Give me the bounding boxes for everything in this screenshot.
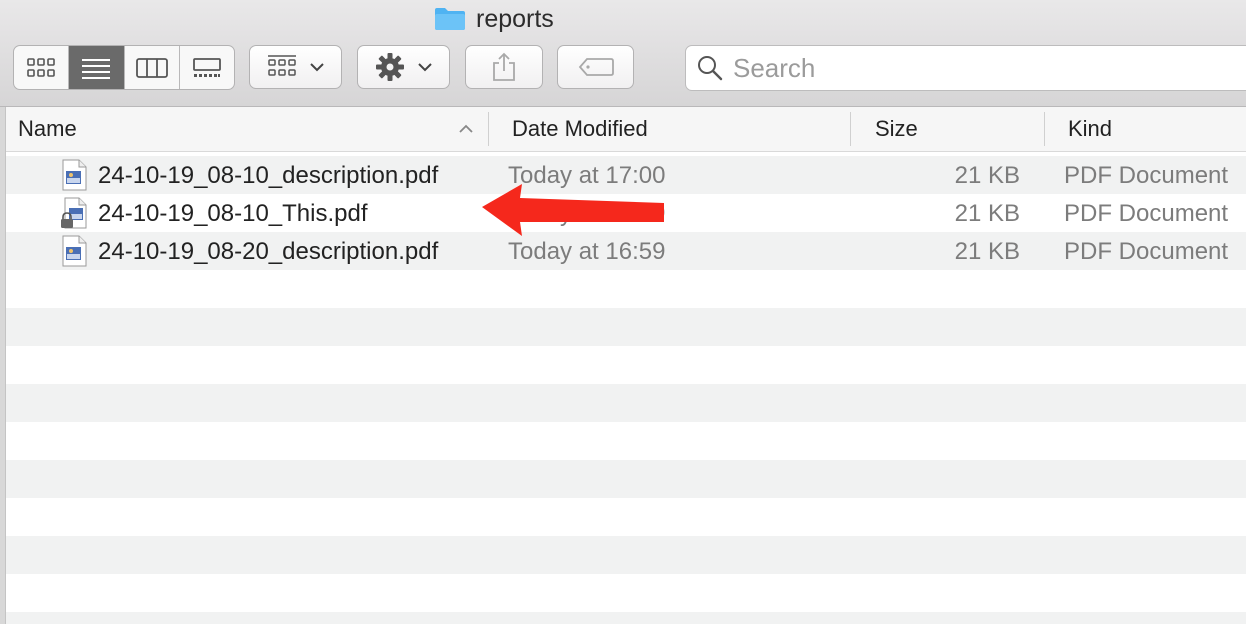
file-date-modified: Today at 16:59 — [508, 200, 666, 227]
column-view-button[interactable] — [125, 46, 180, 89]
file-kind: PDF Document — [1064, 162, 1229, 189]
file-name: 24-10-19_08-10_This.pdf — [98, 200, 368, 227]
column-header-size[interactable]: Size — [875, 107, 918, 151]
file-row[interactable]: 24-10-19_08-10_This.pdf Today at 16:59 2… — [6, 194, 1246, 232]
column-separator[interactable] — [488, 112, 489, 146]
chevron-down-icon — [309, 63, 324, 72]
file-date-modified: Today at 16:59 — [508, 238, 666, 265]
list-view-icon — [82, 58, 111, 79]
tag-button[interactable] — [557, 45, 634, 89]
share-button[interactable] — [465, 45, 543, 89]
pdf-file-icon — [62, 159, 87, 191]
gallery-view-icon — [192, 57, 221, 77]
pdf-file-icon — [62, 235, 87, 267]
file-kind: PDF Document — [1064, 200, 1229, 227]
column-header-kind-label: Kind — [1068, 116, 1113, 141]
toolbar: reports — [0, 0, 1246, 107]
column-header: Name Date Modified Size Kind — [6, 107, 1246, 152]
icon-view-button[interactable] — [14, 46, 70, 89]
column-header-date-label: Date Modified — [512, 116, 648, 141]
group-by-button[interactable] — [249, 45, 342, 89]
folder-icon — [434, 7, 466, 31]
tag-icon — [578, 58, 614, 76]
group-grid-icon — [267, 55, 296, 76]
column-header-size-label: Size — [875, 116, 918, 141]
view-mode-control[interactable] — [13, 45, 235, 90]
column-header-date[interactable]: Date Modified — [512, 107, 648, 151]
window-title: reports — [434, 3, 554, 35]
column-separator[interactable] — [1044, 112, 1045, 146]
file-size: 21 KB — [954, 162, 1020, 189]
search-icon — [698, 56, 723, 81]
file-date-modified: Today at 17:00 — [508, 162, 666, 189]
search-field[interactable] — [685, 45, 1246, 91]
sort-ascending-icon — [459, 124, 473, 133]
gallery-view-button[interactable] — [180, 46, 234, 89]
column-header-kind[interactable]: Kind — [1068, 107, 1112, 151]
file-size: 21 KB — [954, 200, 1020, 227]
file-kind: PDF Document — [1064, 238, 1229, 265]
share-icon — [493, 52, 515, 81]
chevron-down-icon — [417, 63, 432, 72]
gear-icon — [375, 53, 404, 81]
icon-view-icon — [27, 57, 55, 77]
column-separator[interactable] — [850, 112, 851, 146]
file-name: 24-10-19_08-10_description.pdf — [98, 162, 439, 189]
column-header-name[interactable]: Name — [18, 107, 488, 151]
window-title-text: reports — [476, 4, 554, 33]
file-row[interactable]: 24-10-19_08-20_description.pdf Today at … — [6, 232, 1246, 270]
file-row[interactable]: 24-10-19_08-10_description.pdf Today at … — [6, 156, 1246, 194]
column-view-icon — [135, 57, 168, 78]
action-button[interactable] — [357, 45, 450, 89]
column-header-name-label: Name — [18, 116, 77, 141]
file-list: 24-10-19_08-10_description.pdf Today at … — [6, 156, 1246, 270]
search-input[interactable] — [731, 51, 1215, 85]
empty-list-area — [6, 270, 1246, 624]
locked-pdf-file-icon — [61, 197, 87, 229]
list-view-button[interactable] — [69, 46, 125, 89]
file-name: 24-10-19_08-20_description.pdf — [98, 238, 439, 265]
file-size: 21 KB — [954, 238, 1020, 265]
